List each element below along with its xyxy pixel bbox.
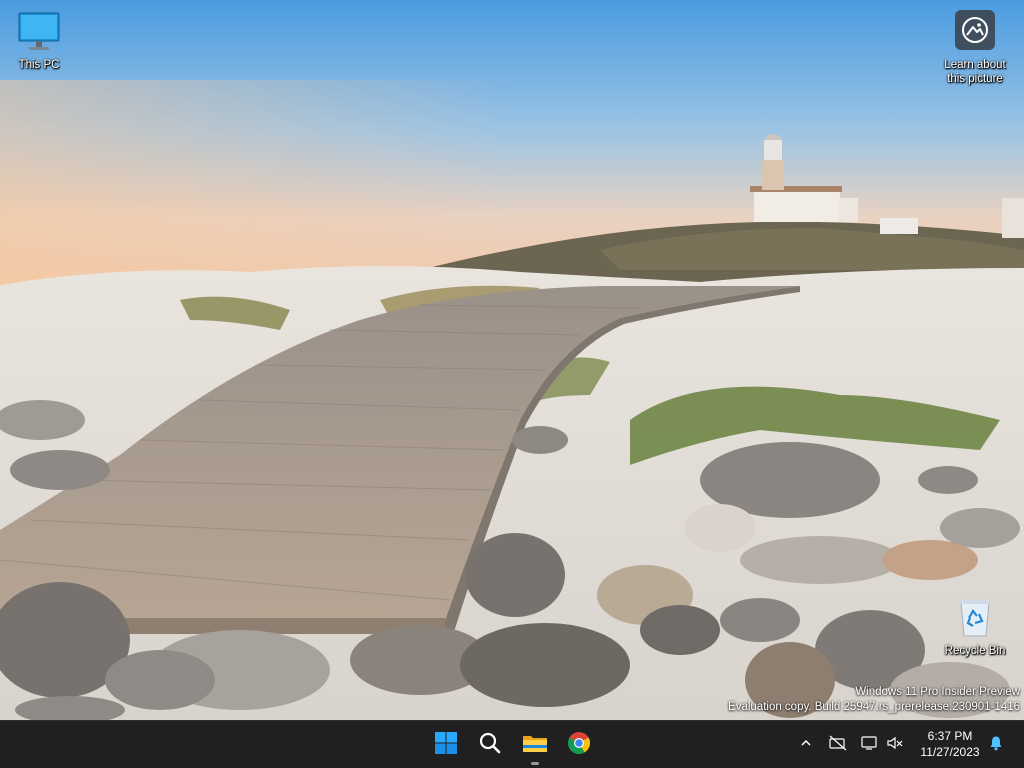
taskbar: 6:37 PM 11/27/2023	[0, 720, 1024, 768]
search-icon	[478, 731, 502, 760]
evaluation-watermark: Windows 11 Pro Insider Preview Evaluatio…	[728, 685, 1020, 715]
search-button[interactable]	[470, 725, 510, 765]
desktop-icon-label: Learn about this picture	[944, 59, 1006, 85]
network-status-button[interactable]	[826, 733, 850, 757]
start-button[interactable]	[426, 725, 466, 765]
monitor-icon	[17, 10, 61, 54]
desktop-icon-label: This PC	[18, 59, 60, 71]
watermark-line-1: Windows 11 Pro Insider Preview	[855, 686, 1020, 698]
folder-icon	[522, 731, 548, 760]
chrome-icon	[567, 731, 591, 760]
clock-time: 6:37 PM	[927, 729, 973, 743]
recycle-bin-icon	[955, 596, 995, 638]
network-disconnected-icon	[829, 735, 847, 756]
windows-start-icon	[434, 731, 458, 760]
chevron-up-icon	[800, 736, 812, 754]
camera-icon	[955, 10, 995, 50]
chrome-button[interactable]	[559, 725, 599, 765]
notification-bell-icon	[988, 735, 1004, 756]
volume-muted-icon	[886, 735, 904, 756]
display-status-button[interactable]	[858, 733, 882, 757]
desktop-icon-label: Recycle Bin	[944, 645, 1006, 657]
volume-button[interactable]	[883, 733, 907, 757]
notifications-button[interactable]	[984, 733, 1008, 757]
file-explorer-button[interactable]	[515, 725, 555, 765]
desktop-icon-this-pc[interactable]: This PC	[1, 10, 77, 72]
watermark-line-2: Evaluation copy. Build 25947.rs_prerelea…	[728, 701, 1020, 713]
clock-date: 11/27/2023	[920, 745, 980, 759]
desktop-wallpaper	[0, 0, 1024, 720]
show-hidden-icons-button[interactable]	[794, 733, 818, 757]
system-clock[interactable]: 6:37 PM 11/27/2023	[914, 728, 986, 760]
display-icon	[861, 735, 879, 756]
desktop-icon-learn-about-picture[interactable]: Learn about this picture	[936, 10, 1014, 86]
desktop-icon-recycle-bin[interactable]: Recycle Bin	[937, 596, 1013, 658]
